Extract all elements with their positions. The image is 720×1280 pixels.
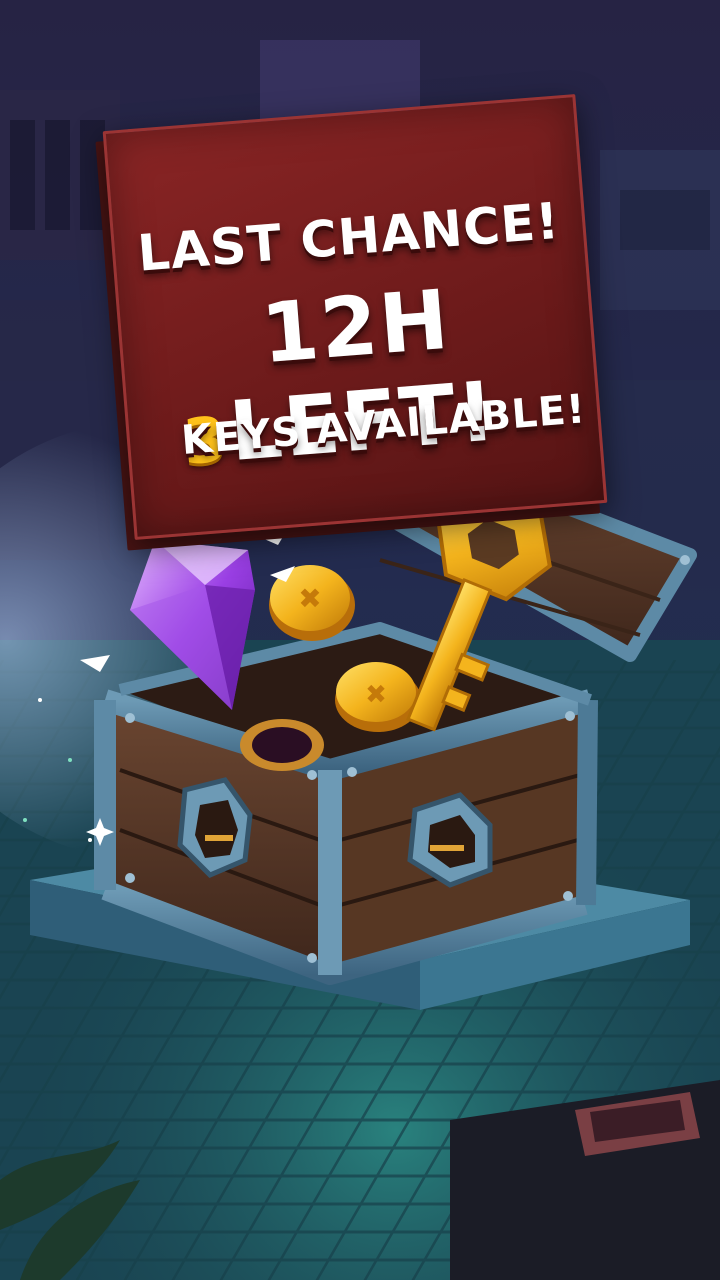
dark-coin-icon [240, 719, 324, 771]
svg-text:✖: ✖ [298, 582, 321, 615]
svg-text:✖: ✖ [365, 680, 387, 710]
promo-banner: LAST CHANCE! 12H LEFT! 3 KEYS AVAILABLE! [95, 94, 608, 551]
